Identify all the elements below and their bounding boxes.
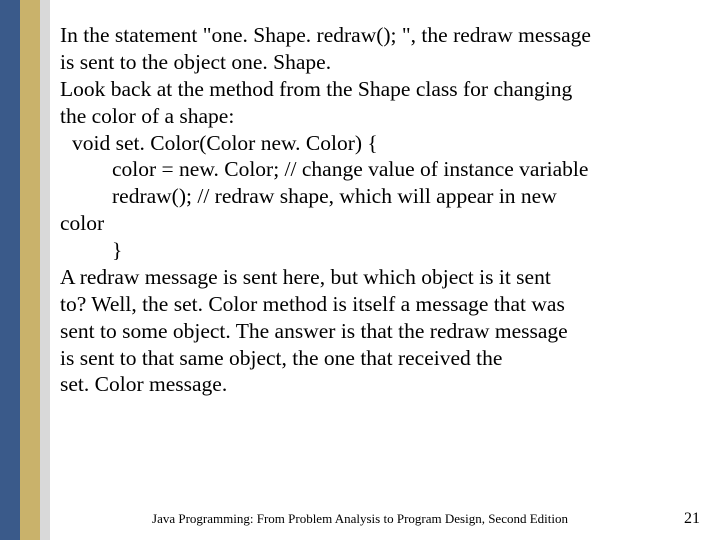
body-line: In the statement "one. Shape. redraw(); … [60,22,700,49]
body-line: color = new. Color; // change value of i… [60,156,700,183]
body-line: void set. Color(Color new. Color) { [60,130,700,157]
body-line: set. Color message. [60,371,700,398]
body-line: sent to some object. The answer is that … [60,318,700,345]
body-line: } [60,237,700,264]
body-line: A redraw message is sent here, but which… [60,264,700,291]
footer-title: Java Programming: From Problem Analysis … [60,511,660,527]
side-stripe-grey [40,0,50,540]
body-line: redraw(); // redraw shape, which will ap… [60,183,700,210]
slide-body: In the statement "one. Shape. redraw(); … [60,22,700,398]
slide-footer: Java Programming: From Problem Analysis … [60,510,700,528]
body-line: the color of a shape: [60,103,700,130]
body-line: is sent to that same object, the one tha… [60,345,700,372]
body-line: to? Well, the set. Color method is itsel… [60,291,700,318]
side-stripe-blue [0,0,20,540]
body-line: Look back at the method from the Shape c… [60,76,700,103]
side-stripe-gold [20,0,40,540]
body-line: color [60,210,700,237]
body-line: is sent to the object one. Shape. [60,49,700,76]
footer-page-number: 21 [660,510,700,528]
